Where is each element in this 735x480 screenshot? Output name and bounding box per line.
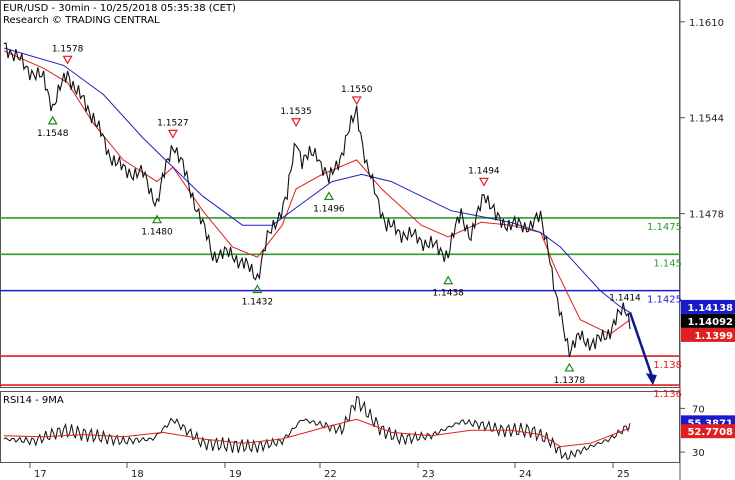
swing-annotations: 1.1578 1.1548 1.1527 1.1480 1.1535 1.1432 1.15…	[37, 44, 641, 386]
low-marker-11	[564, 362, 575, 372]
chart-canvas: 1.1475 1.145 1.1425 1.138 1.136 1.1578 1.1548…	[0, 0, 735, 480]
low-label-1: 1.1548	[37, 129, 69, 139]
forecast-arrow	[628, 312, 657, 386]
price-axis: 1.1610 1.1544 1.1478	[680, 18, 724, 221]
price-box-label-2: 1.1399	[694, 331, 733, 342]
price-boxes: 1.14138 1.14092 1.1399	[681, 299, 735, 342]
high-marker-0	[62, 55, 73, 65]
forecast-arrow-shaft	[628, 312, 654, 377]
peak-label-10: 1.1414	[609, 294, 641, 304]
low-label-7: 1.1496	[313, 204, 345, 214]
price-tick-label-2: 1.1478	[689, 210, 724, 221]
level-label-4: 1.136	[653, 389, 682, 400]
level-label-1: 1.145	[653, 258, 682, 269]
price-panel-frame	[0, 0, 680, 388]
price-box-label-0: 1.14138	[687, 303, 733, 314]
high-label-8: 1.1494	[468, 166, 500, 176]
high-marker-2	[167, 129, 178, 139]
high-label-0: 1.1578	[52, 44, 84, 54]
low-label-11: 1.1378	[554, 376, 586, 386]
rsi-tick-label-0: 70	[692, 404, 705, 415]
high-label-4: 1.1535	[280, 107, 312, 117]
time-tick-label-5: 24	[519, 469, 532, 480]
price-tick-label-1: 1.1544	[689, 114, 724, 125]
time-tick-label-0: 17	[34, 469, 47, 480]
rsi-box-label-1: 52.7708	[687, 427, 733, 438]
time-tick-label-3: 22	[324, 469, 337, 480]
low-marker-9	[443, 275, 454, 285]
sma-blue-line	[3, 47, 631, 313]
time-tick-label-6: 25	[617, 469, 630, 480]
forecast-arrow-head	[645, 373, 657, 386]
level-label-2: 1.1425	[647, 295, 682, 306]
low-label-9: 1.1438	[432, 289, 464, 299]
rsi-tick-label-1: 30	[692, 448, 705, 459]
time-tick-label-4: 23	[422, 469, 435, 480]
level-label-3: 1.138	[653, 360, 682, 371]
rsi-panel: 703055.387152.7708	[3, 395, 735, 460]
time-tick-label-2: 19	[229, 469, 242, 480]
low-label-3: 1.1480	[141, 228, 173, 238]
chart-subtitle: Research © TRADING CENTRAL	[3, 15, 160, 26]
high-label-2: 1.1527	[157, 118, 189, 128]
rsi-label: RSI14 - 9MA	[3, 395, 64, 406]
support-resistance-levels: 1.1475 1.145 1.1425 1.138 1.136	[0, 217, 682, 400]
price-tick-label-0: 1.1610	[689, 18, 724, 29]
high-marker-6	[351, 96, 362, 106]
low-marker-3	[151, 214, 163, 224]
high-marker-4	[291, 118, 302, 127]
time-axis: 17 18 19 22 23 24 25	[29, 463, 630, 480]
high-marker-8	[478, 177, 489, 187]
price-box-label-1: 1.14092	[687, 317, 733, 328]
sma-path	[3, 47, 631, 313]
time-tick-label-1: 18	[131, 469, 144, 480]
low-marker-7	[323, 191, 334, 201]
low-label-5: 1.1432	[242, 297, 274, 307]
low-marker-1	[47, 115, 58, 125]
rsi-path	[3, 395, 631, 460]
high-label-6: 1.1550	[341, 85, 373, 95]
chart-title: EUR/USD - 30min - 10/25/2018 05:35:38 (C…	[3, 3, 236, 14]
level-label-0: 1.1475	[647, 222, 682, 233]
